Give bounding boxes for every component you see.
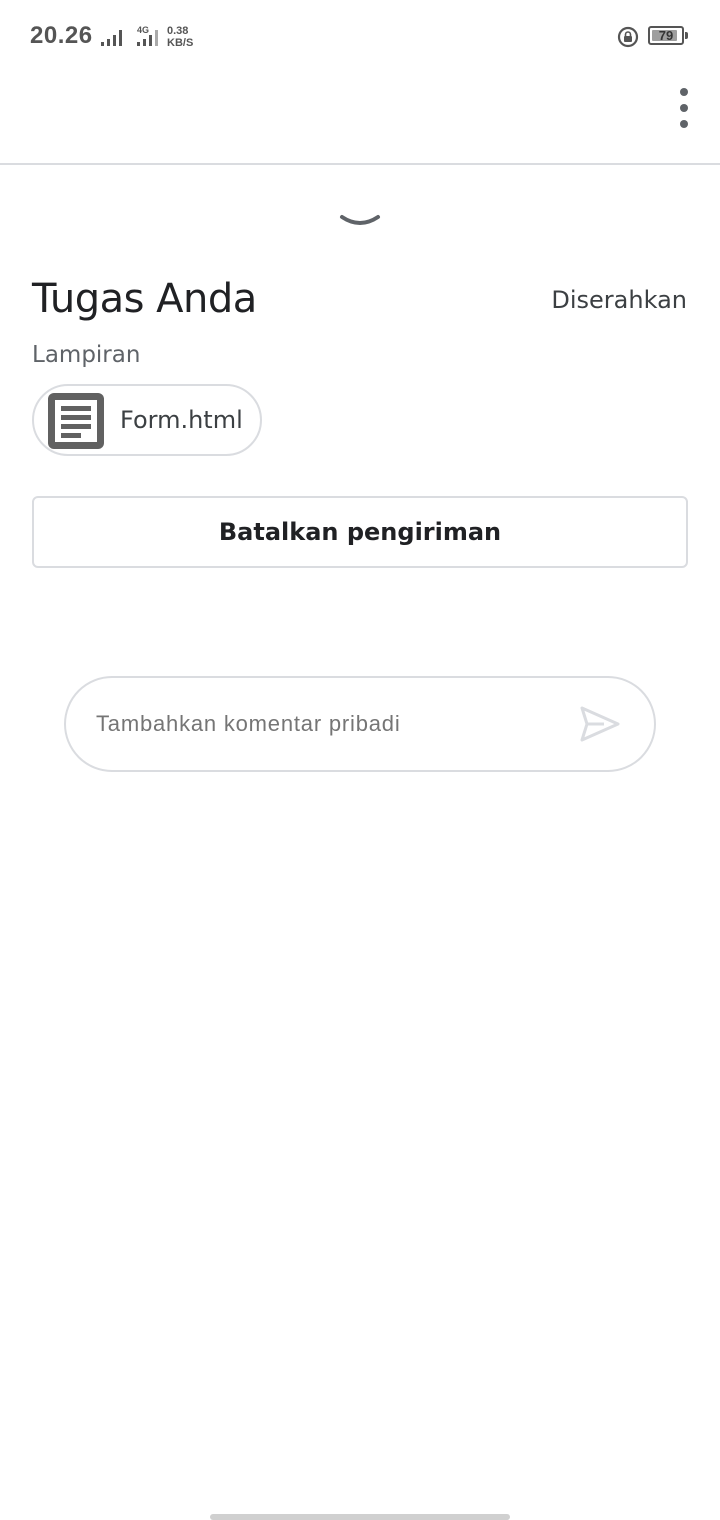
page-title: Tugas Anda [32,276,257,322]
attachments-label: Lampiran [32,342,141,368]
speed-unit: KB/S [167,37,194,49]
status-time: 20.26 [30,22,93,49]
battery-tip [685,32,688,39]
attachment-chip[interactable]: Form.html [32,384,262,456]
chevron-down-icon[interactable] [338,210,382,232]
gesture-navigation-bar[interactable] [210,1514,510,1520]
private-comment-input[interactable] [96,704,556,744]
more-options-button[interactable] [668,86,700,130]
battery-level: 79 [658,28,674,43]
document-icon [48,393,104,449]
network-type-label: 4G [137,25,150,35]
private-comment-field [64,676,656,772]
unsubmit-label: Batalkan pengiriman [218,518,502,546]
document-icon-line [61,424,91,429]
document-icon-page [55,400,97,442]
submission-status: Diserahkan [551,286,687,314]
document-icon-line [61,415,91,420]
document-icon-line [61,406,91,411]
speed-value: 0.38 [167,25,189,37]
more-dot [680,104,688,112]
network-speed: 0.38 KB/S [167,25,193,49]
unsubmit-button[interactable]: Batalkan pengiriman [32,496,688,568]
status-bar: 20.26 4G 0.38 KB/S 79 [0,0,720,74]
app-bar [0,74,720,165]
send-icon[interactable] [578,704,622,744]
screen: 20.26 4G 0.38 KB/S 79 Tugas Anda Diserah… [0,0,720,1520]
more-dot [680,120,688,128]
more-dot [680,88,688,96]
document-icon-line [61,433,81,438]
rotation-lock-icon [617,26,639,48]
battery-icon: 79 [648,26,684,45]
signal-icon [101,30,122,46]
attachment-name: Form.html [120,406,243,434]
